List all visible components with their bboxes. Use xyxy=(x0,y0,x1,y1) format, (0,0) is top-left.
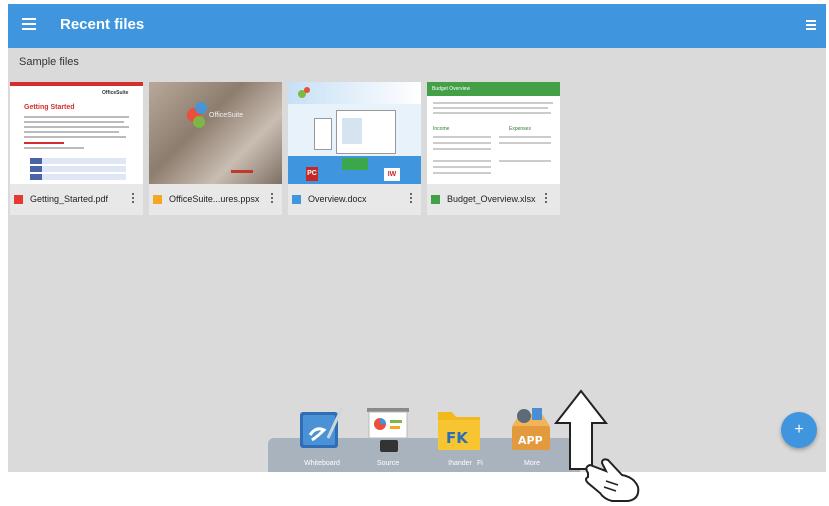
app-window: Recent files Sample files OfficeSuite Ge… xyxy=(8,4,826,472)
hand-pointer-icon xyxy=(585,458,640,502)
more-options-icon[interactable] xyxy=(410,193,413,205)
presentation-file-icon xyxy=(153,195,162,204)
dock-item-source[interactable]: Source xyxy=(362,402,414,467)
svg-text:APP: APP xyxy=(518,434,543,447)
file-card-footer: OfficeSuite...ures.ppsx xyxy=(149,184,282,215)
dock-item-whiteboard[interactable]: Whiteboard xyxy=(296,402,348,467)
add-button[interactable]: + xyxy=(781,412,817,448)
app-store-icon: APP xyxy=(512,408,550,450)
dock-label: Source xyxy=(376,460,400,467)
whiteboard-icon xyxy=(300,407,344,448)
dock-label: Ihander xyxy=(448,460,472,467)
file-name: Budget_Overview.xlsx xyxy=(447,194,536,204)
spreadsheet-file-icon xyxy=(431,195,440,204)
badge-pc: PC xyxy=(306,167,318,181)
section-title: Sample files xyxy=(19,56,79,68)
list-view-icon[interactable] xyxy=(806,20,816,30)
menu-icon[interactable] xyxy=(22,18,36,30)
thumb-col-income: Income xyxy=(433,126,450,132)
file-thumbnail: Budget Overview Income Expenses xyxy=(427,82,560,184)
file-card-footer: Getting_Started.pdf xyxy=(10,184,143,215)
file-manager-icon: FK xyxy=(438,412,480,450)
file-name: Getting_Started.pdf xyxy=(30,194,109,204)
more-options-icon[interactable] xyxy=(271,193,274,205)
dock-item-file-manager[interactable]: FK Ihander xyxy=(434,402,486,467)
file-card-getting-started[interactable]: OfficeSuite Getting Started Getting_Star… xyxy=(10,82,143,215)
pdf-file-icon xyxy=(14,195,23,204)
app-bar: Recent files xyxy=(8,4,826,48)
file-card-footer: Overview.docx xyxy=(288,184,421,215)
more-options-icon[interactable] xyxy=(132,193,135,205)
document-file-icon xyxy=(292,195,301,204)
file-card-officesuite-ppsx[interactable]: OfficeSuite OfficeSuite...ures.ppsx xyxy=(149,82,282,215)
dock-label: Whiteboard xyxy=(304,460,340,467)
more-options-icon[interactable] xyxy=(545,193,548,205)
file-card-budget-xlsx[interactable]: Budget Overview Income Expenses Budget_O… xyxy=(427,82,560,215)
officesuite-logo: OfficeSuite xyxy=(209,112,244,119)
thumb-col-expenses: Expenses xyxy=(509,126,531,132)
dock-item-more[interactable]: APP More xyxy=(506,402,558,467)
file-thumbnail: OfficeSuite xyxy=(149,82,282,184)
file-card-footer: Budget_Overview.xlsx xyxy=(427,184,560,215)
page-title: Recent files xyxy=(60,16,145,33)
file-name: OfficeSuite...ures.ppsx xyxy=(169,194,260,204)
file-card-overview-docx[interactable]: PC IW Overview.docx xyxy=(288,82,421,215)
thumb-heading: Getting Started xyxy=(24,104,75,111)
dock-extra-label: Fi xyxy=(477,460,483,467)
officesuite-logo: OfficeSuite xyxy=(102,90,129,96)
svg-text:FK: FK xyxy=(446,429,469,447)
file-thumbnail: OfficeSuite Getting Started xyxy=(10,82,143,184)
file-name: Overview.docx xyxy=(308,194,367,204)
source-icon xyxy=(367,408,409,452)
badge-iw: IW xyxy=(384,168,400,181)
file-thumbnail: PC IW xyxy=(288,82,421,184)
thumb-header: Budget Overview xyxy=(427,82,560,96)
